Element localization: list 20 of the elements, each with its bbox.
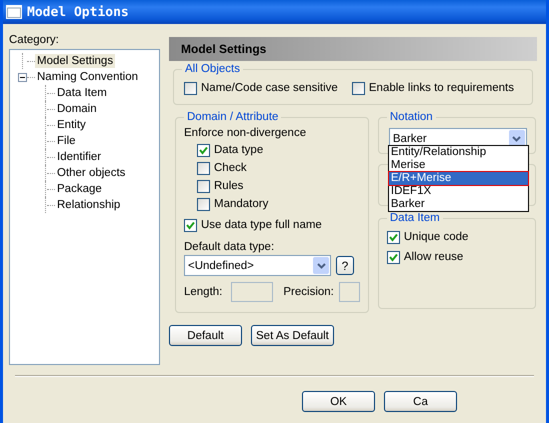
category-label: Category:	[9, 34, 60, 48]
checkbox-label: Unique code	[404, 231, 468, 243]
group-title: Data Item	[388, 212, 441, 224]
checkbox-label: Name/Code case sensitive	[201, 82, 338, 94]
checkbox-label: Enable links to requirements	[368, 82, 514, 94]
field-label: Default data type:	[184, 240, 276, 255]
window-title: Model Options	[27, 4, 129, 20]
section-header: Model Settings	[169, 37, 537, 61]
checkbox-label: Check	[214, 162, 247, 174]
field-label: Precision:	[283, 286, 334, 298]
group-title: Domain / Attribute	[186, 111, 280, 123]
enforce-label: Enforce non-divergence	[184, 126, 308, 141]
checkbox-label: Allow reuse	[404, 251, 464, 263]
checkbox-label: Rules	[214, 180, 244, 192]
checkbox-label: Use data type full name	[201, 219, 322, 231]
field-label: Length:	[184, 286, 222, 298]
group-title: Notation	[388, 111, 434, 123]
checkbox-label: Data type	[214, 144, 264, 156]
checkbox-label: Mandatory	[214, 198, 268, 210]
group-title: All Objects	[184, 63, 241, 75]
